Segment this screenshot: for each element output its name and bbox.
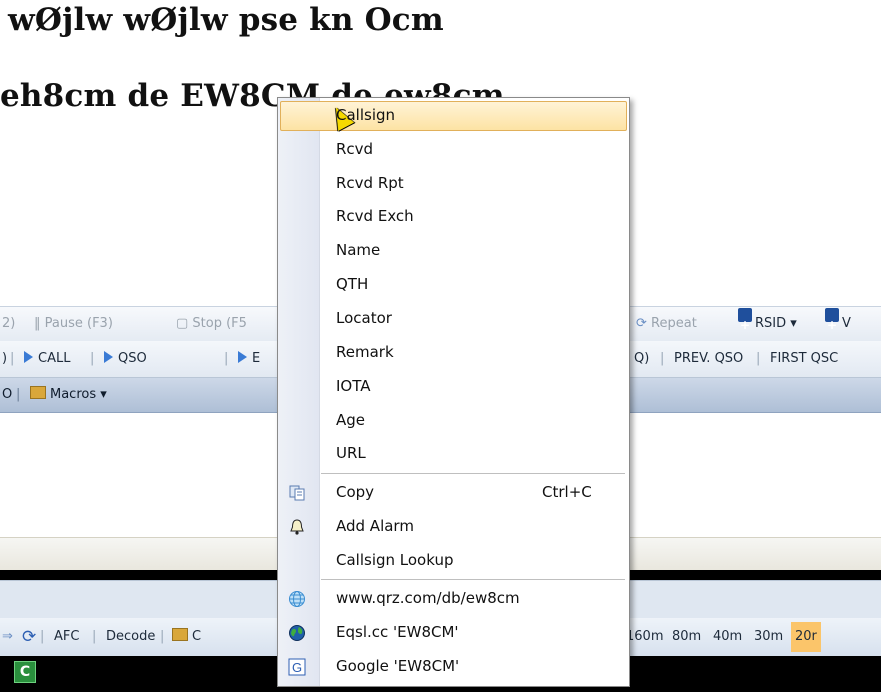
context-menu: Callsign Rcvd Rcvd Rpt Rcvd Exch Name QT… [277, 97, 630, 687]
band-30m[interactable]: 30m [754, 618, 783, 656]
divider: | [160, 629, 165, 644]
menu-item-url[interactable]: URL [278, 437, 629, 470]
divider: | [756, 351, 761, 366]
toolbar2-right-fragment: Q) [634, 351, 650, 366]
toolbar1-fragment: 2) [2, 316, 16, 331]
menu-item-copy[interactable]: Copy Ctrl+C [278, 476, 629, 509]
macro-b-button[interactable]: E [238, 341, 260, 377]
pause-icon: ‖ [34, 316, 45, 331]
band-40m[interactable]: 40m [713, 618, 742, 656]
menu-item-rcvd-exch[interactable]: Rcvd Exch [278, 200, 629, 233]
svg-text:G: G [292, 660, 302, 675]
c-button[interactable]: C [172, 618, 201, 656]
afc-button[interactable]: AFC [54, 618, 79, 656]
toolbar1-right-button[interactable]: + V [825, 307, 851, 341]
first-qso-button[interactable]: FIRST QSC [770, 341, 838, 377]
band-80m[interactable]: 80m [672, 618, 701, 656]
globe-grid-icon [288, 590, 306, 608]
rsid-button[interactable]: + RSID ▾ [738, 307, 797, 341]
bell-icon [288, 518, 306, 536]
plus-icon: + [825, 308, 839, 332]
menu-item-remark[interactable]: Remark [278, 336, 629, 369]
macro-qso-button[interactable]: QSO [104, 341, 147, 377]
play-icon [24, 351, 33, 363]
menu-separator [321, 473, 625, 474]
toolbar3-fragment: O [2, 387, 13, 402]
stop-button[interactable]: ▢ Stop (F5 [176, 307, 247, 341]
menu-item-callsign-lookup[interactable]: Callsign Lookup [278, 544, 629, 577]
earth-icon [288, 624, 306, 642]
toolbar2-fragment: ) [2, 351, 8, 366]
copy-shortcut: Ctrl+C [542, 483, 592, 501]
menu-separator [321, 579, 625, 580]
menu-item-rcvd-rpt[interactable]: Rcvd Rpt [278, 167, 629, 200]
google-icon: G [288, 658, 306, 676]
menu-item-age[interactable]: Age [278, 404, 629, 437]
pause-button[interactable]: ‖ Pause (F3) [34, 307, 113, 341]
menu-item-rcvd[interactable]: Rcvd [278, 133, 629, 166]
macros-dropdown[interactable]: Macros ▾ [30, 378, 107, 412]
play-icon [104, 351, 113, 363]
prev-qso-button[interactable]: PREV. QSO [674, 341, 743, 377]
refresh-button[interactable]: ⟳ [22, 618, 36, 656]
repeat-icon: ⟳ [636, 316, 652, 331]
macros-icon [30, 386, 46, 399]
divider: | [16, 387, 21, 402]
menu-item-qrz-link[interactable]: www.qrz.com/db/ew8cm [278, 582, 629, 615]
divider: | [40, 629, 45, 644]
channel-indicator[interactable]: C [14, 661, 36, 683]
menu-item-qth[interactable]: QTH [278, 268, 629, 301]
band-160m[interactable]: 160m [626, 618, 663, 656]
menu-item-add-alarm[interactable]: Add Alarm [278, 510, 629, 543]
divider: | [92, 629, 97, 644]
divider: | [224, 351, 229, 366]
macro-call-button[interactable]: CALL [24, 341, 70, 377]
menu-item-eqsl-link[interactable]: Eqsl.cc 'EW8CM' [278, 616, 629, 649]
play-icon [238, 351, 247, 363]
arrow-icon: ⇒ [2, 629, 13, 644]
copy-icon [288, 484, 306, 502]
divider: | [90, 351, 95, 366]
folder-icon [172, 628, 188, 641]
rx-text-line-1: wØjlw wØjlw pse kn Ocm [8, 2, 444, 38]
divider: | [10, 351, 15, 366]
band-20m-active[interactable]: 20r [791, 622, 821, 652]
menu-item-locator[interactable]: Locator [278, 302, 629, 335]
decode-button[interactable]: Decode [106, 618, 155, 656]
stop-icon: ▢ [176, 316, 193, 331]
menu-item-name[interactable]: Name [278, 234, 629, 267]
menu-item-iota[interactable]: IOTA [278, 370, 629, 403]
plus-icon: + [738, 308, 752, 332]
repeat-button[interactable]: ⟳ Repeat [636, 307, 697, 341]
menu-item-google-link[interactable]: G Google 'EW8CM' [278, 650, 629, 683]
divider: | [660, 351, 665, 366]
